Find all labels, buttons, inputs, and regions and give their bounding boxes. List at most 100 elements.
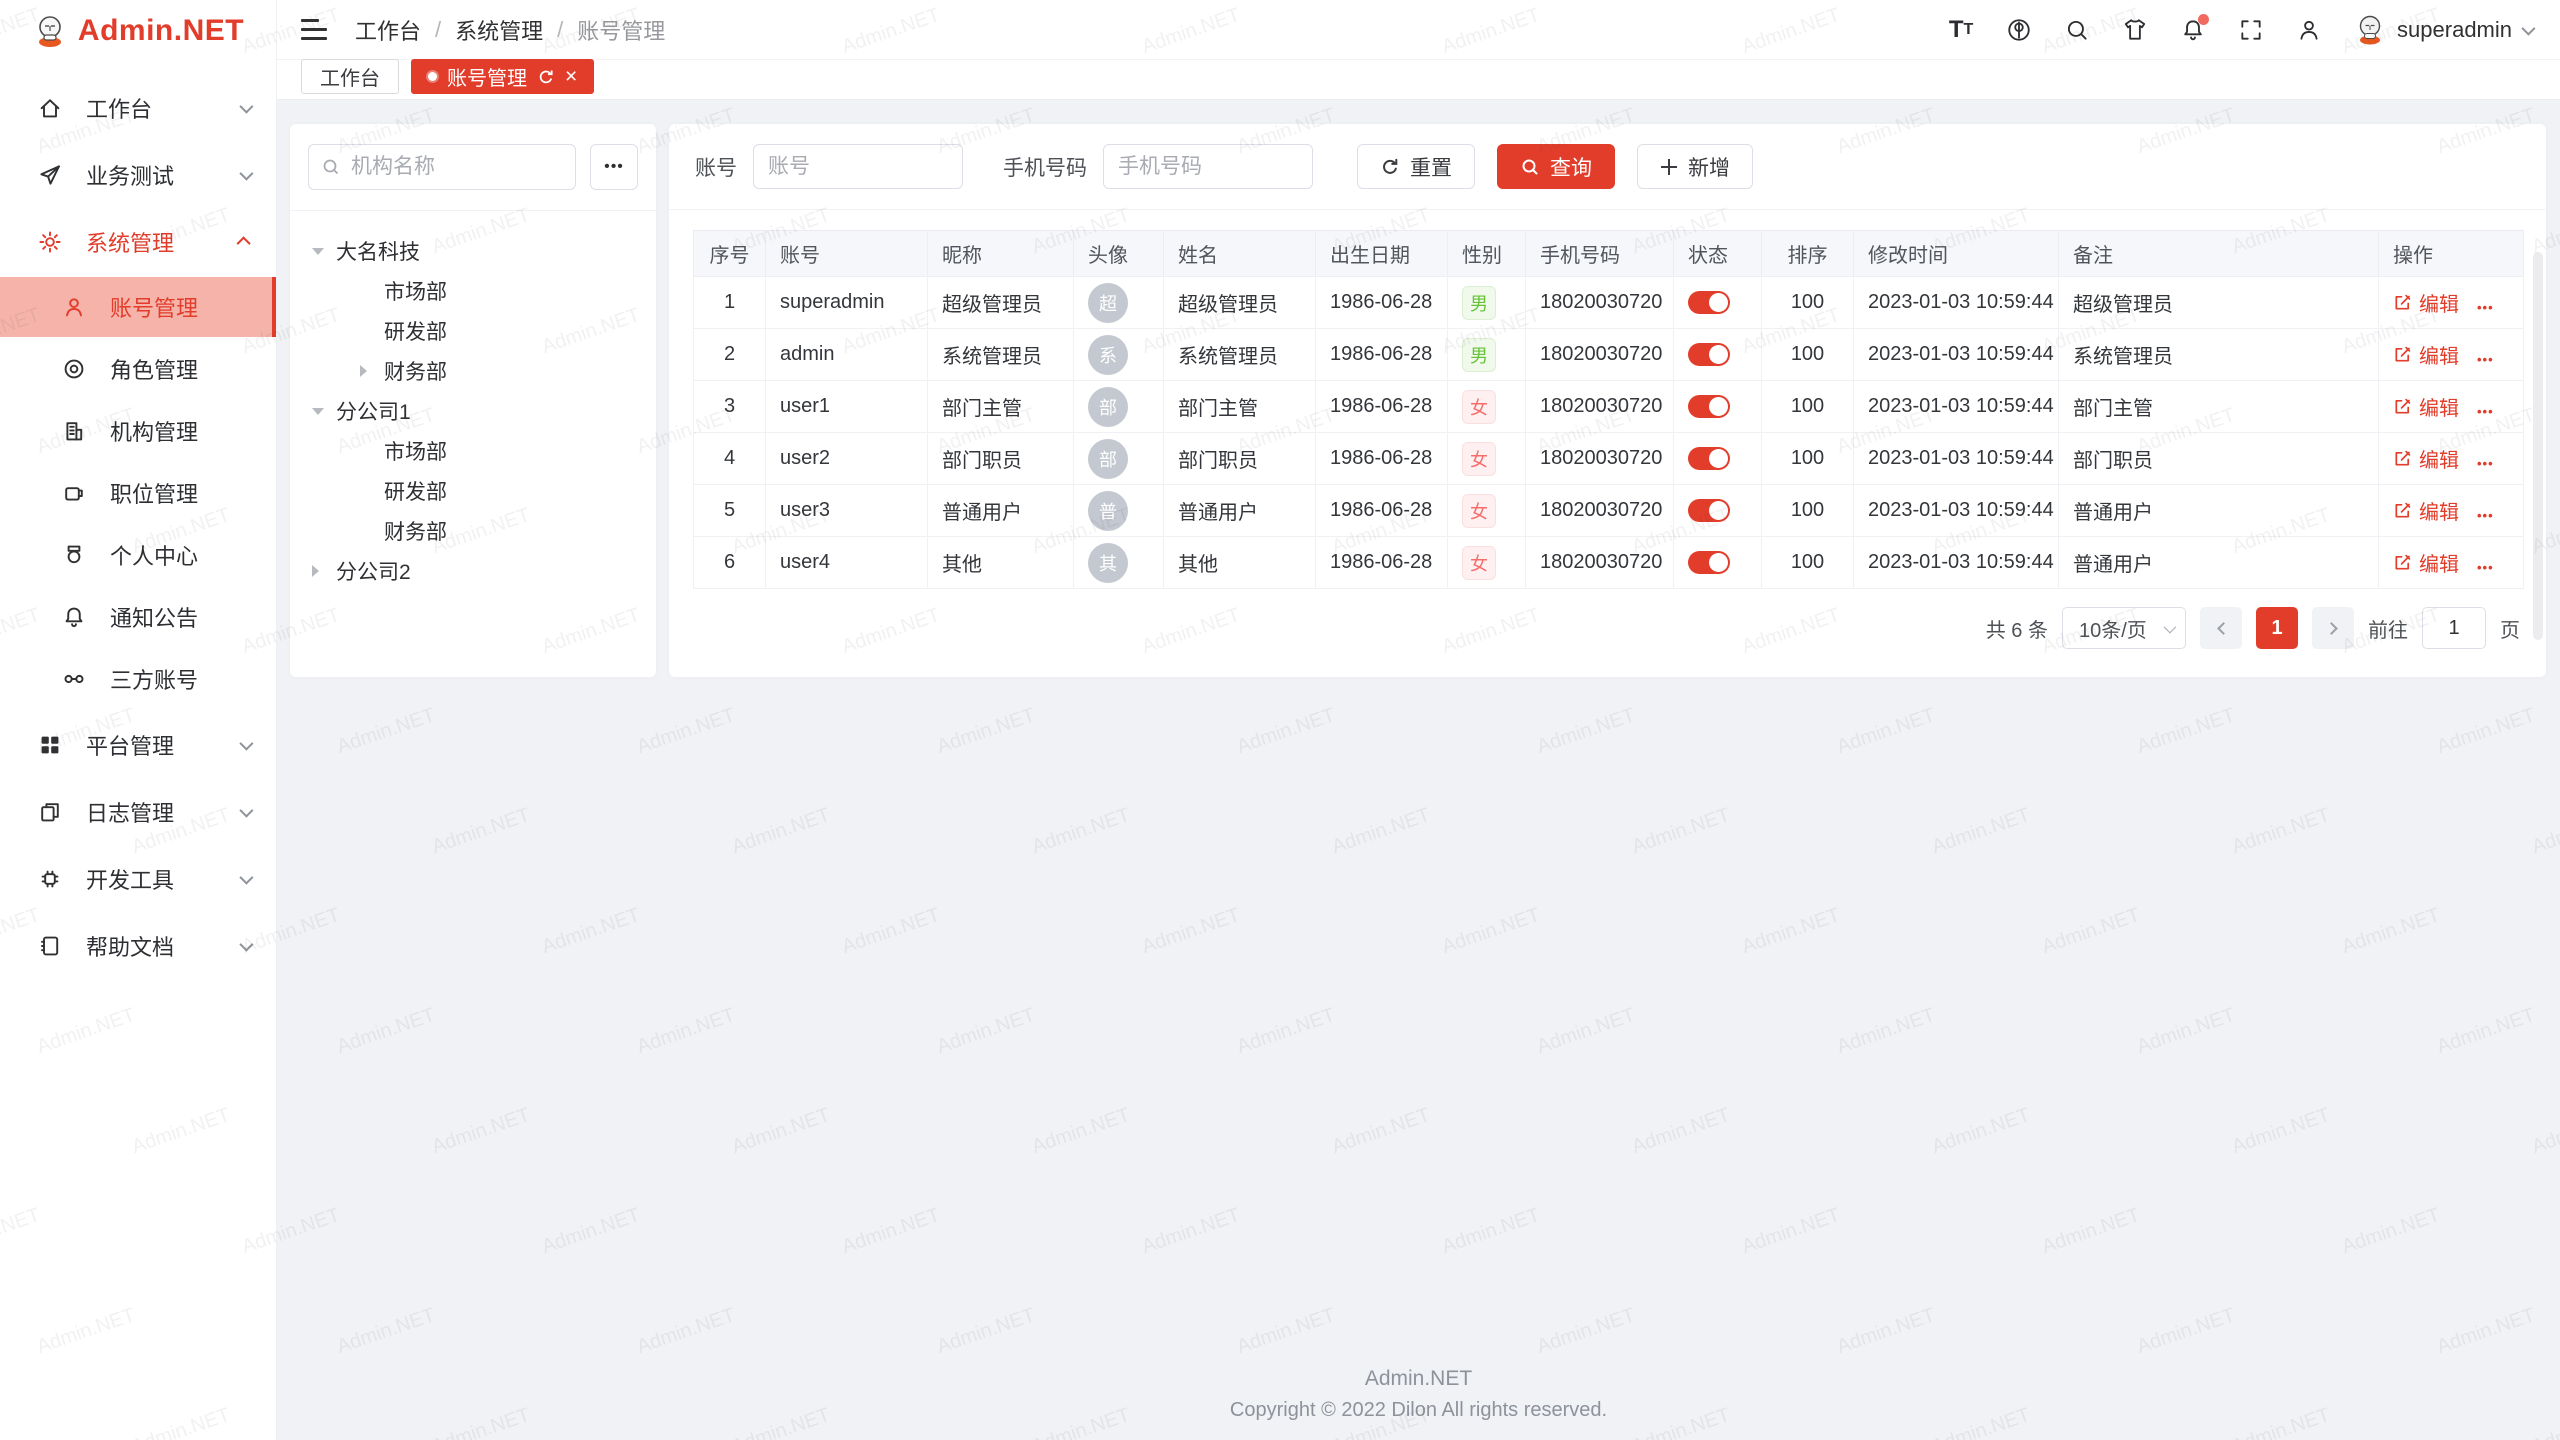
theme-icon[interactable] <box>2121 16 2149 44</box>
sidebar-item-third-party-account[interactable]: 三方账号 <box>0 649 276 709</box>
sidebar-item-label: 通知公告 <box>110 601 250 633</box>
edit-button[interactable]: 编辑 <box>2393 444 2459 473</box>
tree-node[interactable]: 研发部 <box>298 471 648 511</box>
sidebar-item-workbench[interactable]: 工作台 <box>0 76 276 139</box>
breadcrumb-item[interactable]: 系统管理 <box>455 14 543 46</box>
row-more-button[interactable]: ••• <box>2477 560 2494 575</box>
sidebar-item-personal-center[interactable]: 个人中心 <box>0 525 276 585</box>
tab-account-mgmt[interactable]: 账号管理 <box>411 59 594 94</box>
search-icon[interactable] <box>2063 16 2091 44</box>
notification-bell-icon[interactable] <box>2179 16 2207 44</box>
sidebar-item-log-mgmt[interactable]: 日志管理 <box>0 780 276 843</box>
tree-node[interactable]: 大名科技 <box>298 231 648 271</box>
sidebar-item-business-test[interactable]: 业务测试 <box>0 143 276 206</box>
sidebar-item-org-mgmt[interactable]: 机构管理 <box>0 401 276 461</box>
phone-filter-input[interactable] <box>1103 144 1313 189</box>
notification-badge <box>2198 14 2209 25</box>
status-toggle[interactable] <box>1688 447 1730 470</box>
sidebar-item-role-mgmt[interactable]: 角色管理 <box>0 339 276 399</box>
org-search-input[interactable] <box>308 144 576 190</box>
close-icon[interactable] <box>565 66 577 87</box>
cell-index: 6 <box>694 537 766 589</box>
edit-button[interactable]: 编辑 <box>2393 392 2459 421</box>
tree-node[interactable]: 市场部 <box>298 271 648 311</box>
sidebar-item-platform-mgmt[interactable]: 平台管理 <box>0 713 276 776</box>
cell-remark: 普通用户 <box>2059 537 2379 589</box>
col-order: 排序 <box>1762 231 1854 277</box>
tree-node[interactable]: 财务部 <box>298 511 648 551</box>
tree-node[interactable]: 市场部 <box>298 431 648 471</box>
status-toggle[interactable] <box>1688 343 1730 366</box>
filter-bar: 账号 手机号码 重置 查询 新增 <box>669 124 2546 210</box>
edit-button[interactable]: 编辑 <box>2393 288 2459 317</box>
goto-page-input[interactable] <box>2422 607 2486 649</box>
row-more-button[interactable]: ••• <box>2477 404 2494 419</box>
row-more-button[interactable]: ••• <box>2477 352 2494 367</box>
cell-status <box>1674 433 1762 485</box>
refresh-icon[interactable] <box>537 68 555 86</box>
cell-gender: 女 <box>1448 381 1526 433</box>
add-button[interactable]: 新增 <box>1637 144 1753 189</box>
sidebar-item-label: 开发工具 <box>86 863 240 895</box>
sidebar-item-dev-tools[interactable]: 开发工具 <box>0 847 276 910</box>
table-row: 5 user3 普通用户 普 普通用户 1986-06-28 女 1802003… <box>694 485 2524 537</box>
status-toggle[interactable] <box>1688 551 1730 574</box>
cell-name: 其他 <box>1164 537 1316 589</box>
fullscreen-icon[interactable] <box>2237 16 2265 44</box>
col-time: 修改时间 <box>1854 231 2059 277</box>
logo[interactable]: Admin.NET <box>0 0 276 62</box>
footer: Admin.NET Copyright © 2022 Dilon All rig… <box>277 1367 2560 1440</box>
cell-status <box>1674 277 1762 329</box>
edit-button[interactable]: 编辑 <box>2393 496 2459 525</box>
sidebar-item-account-mgmt[interactable]: 账号管理 <box>0 277 276 337</box>
status-toggle[interactable] <box>1688 499 1730 522</box>
tree-expand-icon[interactable] <box>312 408 324 415</box>
tree-expand-icon[interactable] <box>312 248 324 255</box>
row-more-button[interactable]: ••• <box>2477 456 2494 471</box>
breadcrumb-item[interactable]: 工作台 <box>355 14 421 46</box>
pagination: 共 6 条 10条/页 1 前往 页 <box>669 589 2546 649</box>
table-scrollbar[interactable] <box>2533 252 2543 640</box>
cell-time: 2023-01-03 10:59:44 <box>1854 433 2059 485</box>
reset-button[interactable]: 重置 <box>1357 144 1475 189</box>
edit-button[interactable]: 编辑 <box>2393 548 2459 577</box>
font-size-icon[interactable]: TT <box>1947 16 1975 44</box>
prev-page-button[interactable] <box>2200 607 2242 649</box>
row-more-button[interactable]: ••• <box>2477 508 2494 523</box>
user-menu[interactable]: superadmin <box>2353 13 2532 47</box>
status-toggle[interactable] <box>1688 291 1730 314</box>
tree-node[interactable]: 财务部 <box>298 351 648 391</box>
cell-avatar: 普 <box>1074 485 1164 537</box>
account-filter-input[interactable] <box>753 144 963 189</box>
sidebar-item-system-mgmt[interactable]: 系统管理 <box>0 210 276 273</box>
tree-more-button[interactable]: ••• <box>590 144 638 190</box>
edit-icon <box>2393 553 2412 572</box>
row-more-button[interactable]: ••• <box>2477 300 2494 315</box>
gender-badge: 男 <box>1462 286 1496 320</box>
tree-node[interactable]: 研发部 <box>298 311 648 351</box>
cell-phone: 18020030720 <box>1526 277 1674 329</box>
edit-button[interactable]: 编辑 <box>2393 340 2459 369</box>
page-size-select[interactable]: 10条/页 <box>2062 607 2186 649</box>
menu-fold-icon[interactable] <box>301 15 331 45</box>
gender-badge: 女 <box>1462 546 1496 580</box>
search-button[interactable]: 查询 <box>1497 144 1615 189</box>
language-icon[interactable] <box>2005 16 2033 44</box>
status-toggle[interactable] <box>1688 395 1730 418</box>
sidebar-item-help-docs[interactable]: 帮助文档 <box>0 914 276 977</box>
next-page-button[interactable] <box>2312 607 2354 649</box>
page-number-active[interactable]: 1 <box>2256 607 2298 649</box>
cell-actions: 编辑 ••• <box>2379 329 2524 381</box>
cell-status <box>1674 329 1762 381</box>
sidebar-item-label: 工作台 <box>86 92 240 124</box>
footer-app-name: Admin.NET <box>277 1367 2560 1391</box>
tab-workbench[interactable]: 工作台 <box>301 59 399 94</box>
tree-expand-icon[interactable] <box>312 565 319 577</box>
sidebar-item-position-mgmt[interactable]: 职位管理 <box>0 463 276 523</box>
tree-node[interactable]: 分公司2 <box>298 551 648 591</box>
sidebar-item-notice[interactable]: 通知公告 <box>0 587 276 647</box>
user-icon[interactable] <box>2295 16 2323 44</box>
tree-expand-icon[interactable] <box>360 365 367 377</box>
tree-node[interactable]: 分公司1 <box>298 391 648 431</box>
chevron-right-icon <box>2325 622 2338 635</box>
